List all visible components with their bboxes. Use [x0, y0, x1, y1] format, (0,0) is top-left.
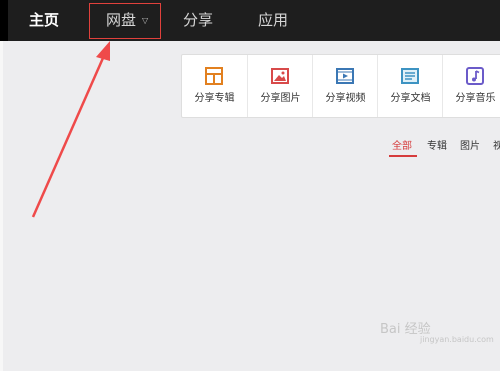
watermark-sub: jingyan.baidu.com	[420, 335, 494, 344]
annotation-arrow	[31, 41, 110, 218]
